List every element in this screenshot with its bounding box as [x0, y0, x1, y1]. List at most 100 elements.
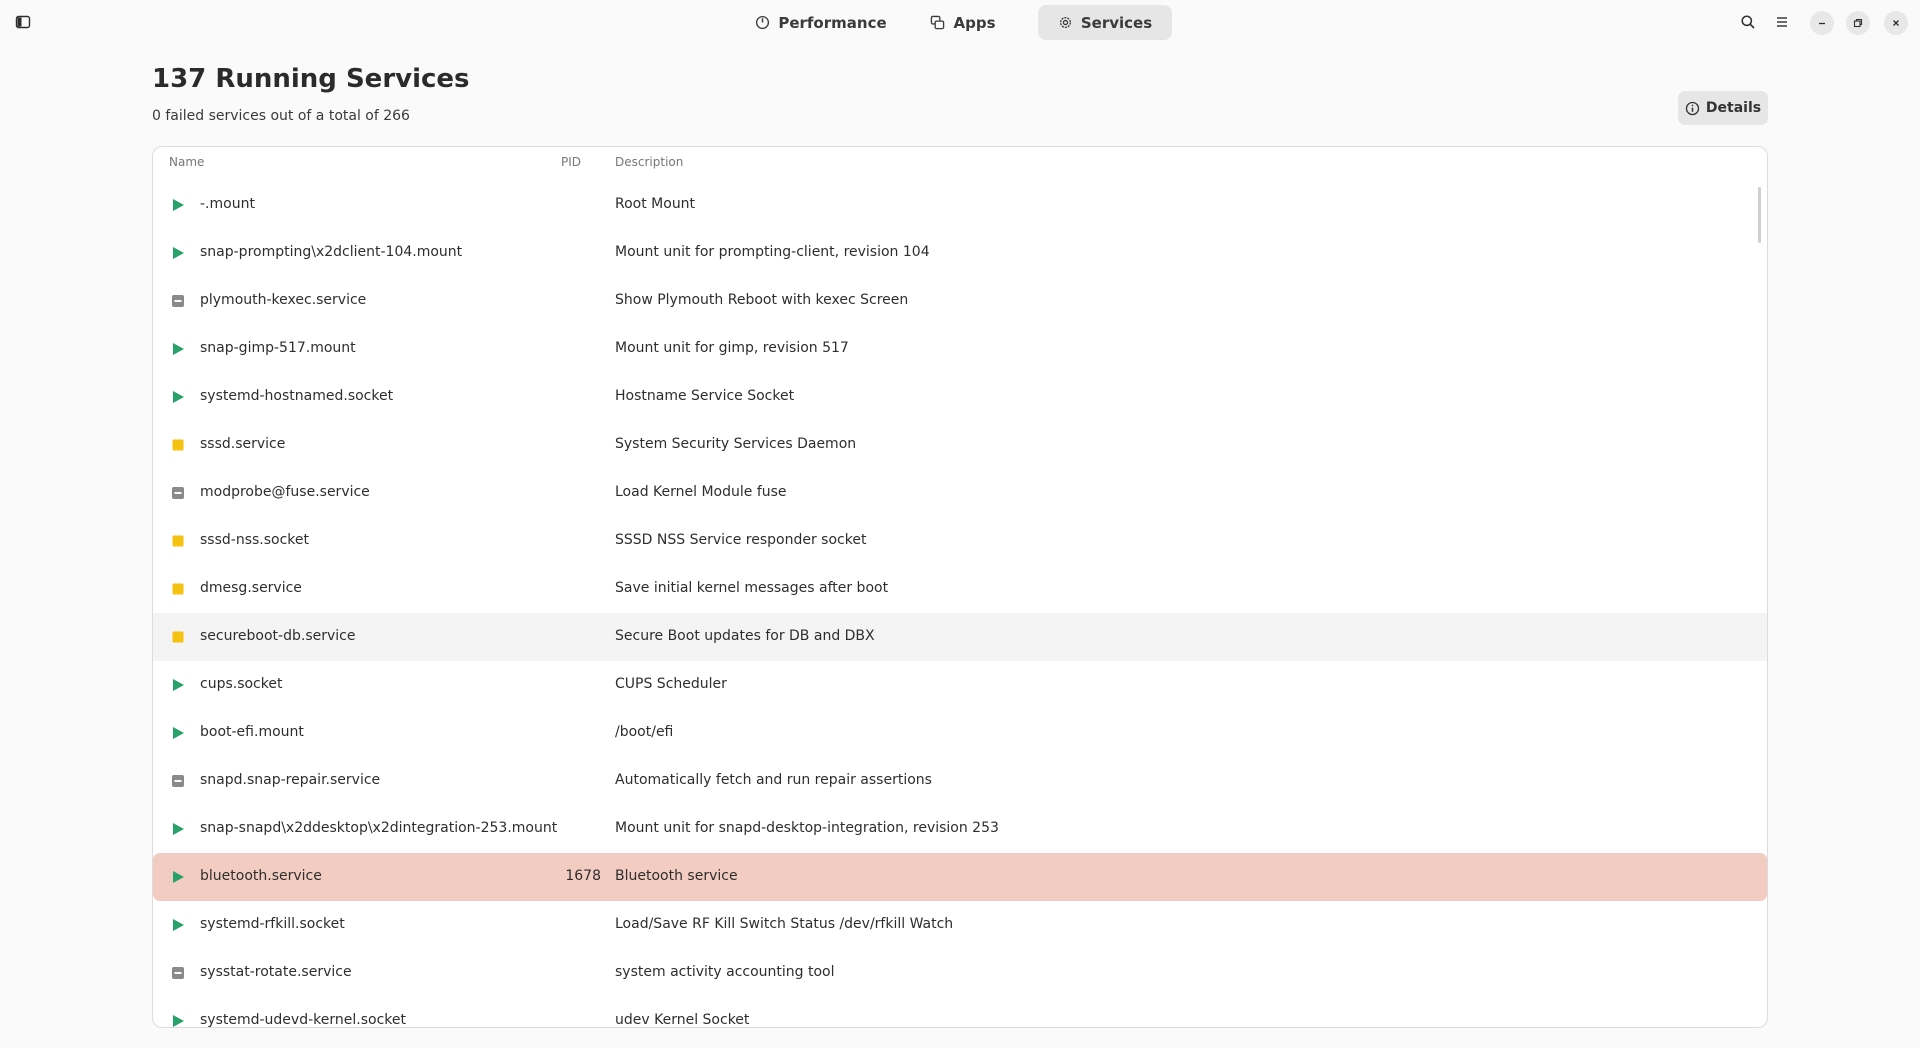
service-description: Mount unit for snapd-desktop-integration…	[615, 820, 999, 836]
service-name: dmesg.service	[200, 580, 302, 596]
service-description: /boot/efi	[615, 724, 674, 740]
table-row[interactable]: snap-prompting\x2dclient-104.mount Mount …	[153, 229, 1767, 277]
service-name: sysstat-rotate.service	[200, 964, 352, 980]
stopped-status-icon	[172, 535, 184, 547]
tab-performance[interactable]: Performance	[742, 5, 900, 40]
service-description: udev Kernel Socket	[615, 1012, 750, 1028]
page-subtitle: 0 failed services out of a total of 266	[152, 108, 410, 124]
running-status-icon	[173, 823, 184, 835]
running-status-icon	[173, 1015, 184, 1027]
minimize-icon	[1819, 22, 1825, 25]
page-title: 137 Running Services	[152, 64, 470, 94]
service-name: -.mount	[200, 196, 255, 212]
service-description: Hostname Service Socket	[615, 388, 795, 404]
service-name: snap-prompting\x2dclient-104.mount	[200, 244, 463, 260]
service-description: System Security Services Daemon	[615, 436, 857, 452]
table-row[interactable]: bluetooth.service 1678 Bluetooth service	[153, 853, 1767, 901]
table-row[interactable]: systemd-hostnamed.socket Hostname Service…	[153, 373, 1767, 421]
service-description: Secure Boot updates for DB and DBX	[615, 628, 875, 644]
service-description: Mount unit for prompting-client, revisio…	[615, 244, 930, 260]
table-header: Name PID Description	[153, 147, 1767, 175]
table-row[interactable]: sssd.service System Security Services Dae…	[153, 421, 1767, 469]
inactive-status-icon	[172, 967, 184, 979]
tab-apps-label: Apps	[953, 13, 996, 32]
table-row[interactable]: systemd-rfkill.socket Load/Save RF Kill S…	[153, 901, 1767, 949]
main-menu-button[interactable]	[1765, 5, 1799, 39]
table-row[interactable]: snap-gimp-517.mount Mount unit for gimp, …	[153, 325, 1767, 373]
service-description: Load Kernel Module fuse	[615, 484, 787, 500]
inactive-status-icon	[172, 487, 184, 499]
running-status-icon	[173, 871, 184, 883]
table-row[interactable]: modprobe@fuse.service Load Kernel Module …	[153, 469, 1767, 517]
inactive-status-icon	[172, 775, 184, 787]
close-icon	[1893, 20, 1899, 26]
close-button[interactable]	[1884, 11, 1908, 35]
service-name: snap-snapd\x2ddesktop\x2dintegration-253…	[200, 820, 558, 836]
tab-services-label: Services	[1080, 13, 1153, 32]
table-rows: -.mount Root Mount snap-prompting\x2dclien…	[153, 181, 1767, 1028]
service-description: system activity accounting tool	[615, 964, 835, 980]
restore-icon	[1853, 18, 1863, 28]
header-bar: Performance Apps Services	[0, 0, 1920, 46]
table-row[interactable]: sysstat-rotate.service system activity ac…	[153, 949, 1767, 997]
table-row[interactable]: boot-efi.mount/boot/efi	[153, 709, 1767, 757]
column-header-name[interactable]: Name	[169, 155, 204, 169]
table-row[interactable]: dmesg.service Save initial kernel message…	[153, 565, 1767, 613]
services-table: Name PID Description -.mount Root Mount sn…	[152, 146, 1768, 1028]
search-button[interactable]	[1731, 5, 1765, 39]
service-name: boot-efi.mount	[200, 724, 304, 740]
service-name: systemd-hostnamed.socket	[200, 388, 394, 404]
service-name: secureboot-db.service	[200, 628, 356, 644]
service-description: Save initial kernel messages after boot	[615, 580, 889, 596]
column-header-description[interactable]: Description	[615, 155, 683, 169]
service-name: sssd-nss.socket	[200, 532, 309, 548]
table-row[interactable]: snapd.snap-repair.service Automatically f…	[153, 757, 1767, 805]
service-name: cups.socket	[200, 676, 283, 692]
running-status-icon	[173, 391, 184, 403]
running-status-icon	[173, 727, 184, 739]
hamburger-menu-icon	[1777, 17, 1787, 27]
service-description: Automatically fetch and run repair asser…	[615, 772, 932, 788]
running-status-icon	[173, 247, 184, 259]
tab-services[interactable]: Services	[1038, 5, 1172, 40]
table-row[interactable]: cups.socket CUPS Scheduler	[153, 661, 1767, 709]
gear-icon	[1059, 16, 1071, 29]
service-name: systemd-udevd-kernel.socket	[200, 1012, 406, 1028]
service-description: Bluetooth service	[615, 868, 738, 884]
column-header-pid[interactable]: PID	[561, 155, 581, 169]
stopped-status-icon	[172, 439, 184, 451]
sidebar-toggle-button[interactable]	[6, 5, 40, 39]
gauge-icon	[756, 15, 770, 30]
service-name: plymouth-kexec.service	[200, 292, 367, 308]
details-button[interactable]: Details	[1678, 91, 1768, 125]
minimize-button[interactable]	[1810, 11, 1834, 35]
view-switcher: Performance Apps Services	[742, 5, 1176, 40]
running-status-icon	[173, 199, 184, 211]
tab-apps[interactable]: Apps	[904, 5, 1022, 40]
stopped-status-icon	[172, 631, 184, 643]
service-description: CUPS Scheduler	[615, 676, 727, 692]
service-pid: 1678	[565, 868, 601, 884]
table-row[interactable]: sssd-nss.socket SSSD NSS Service responde…	[153, 517, 1767, 565]
table-row[interactable]: secureboot-db.service Secure Boot updates…	[153, 613, 1767, 661]
scrollbar[interactable]	[1758, 187, 1761, 243]
service-description: Load/Save RF Kill Switch Status /dev/rfk…	[615, 916, 954, 932]
info-icon	[1685, 101, 1700, 115]
service-description: Show Plymouth Reboot with kexec Screen	[615, 292, 909, 308]
search-icon	[1741, 15, 1755, 29]
details-button-label: Details	[1705, 100, 1762, 116]
service-name: systemd-rfkill.socket	[200, 916, 345, 932]
table-row[interactable]: plymouth-kexec.service Show Plymouth Rebo…	[153, 277, 1767, 325]
tab-performance-label: Performance	[778, 13, 887, 32]
table-row[interactable]: systemd-udevd-kernel.socket udev Kernel S…	[153, 997, 1767, 1028]
service-name: sssd.service	[200, 436, 286, 452]
running-status-icon	[173, 679, 184, 691]
service-description: Root Mount	[615, 196, 696, 212]
restore-button[interactable]	[1846, 11, 1870, 35]
service-name: modprobe@fuse.service	[200, 484, 370, 500]
service-name: snapd.snap-repair.service	[200, 772, 381, 788]
running-status-icon	[173, 343, 184, 355]
table-row[interactable]: snap-snapd\x2ddesktop\x2dintegration-253…	[153, 805, 1767, 853]
service-description: SSSD NSS Service responder socket	[615, 532, 867, 548]
table-row[interactable]: -.mount Root Mount	[153, 181, 1767, 229]
